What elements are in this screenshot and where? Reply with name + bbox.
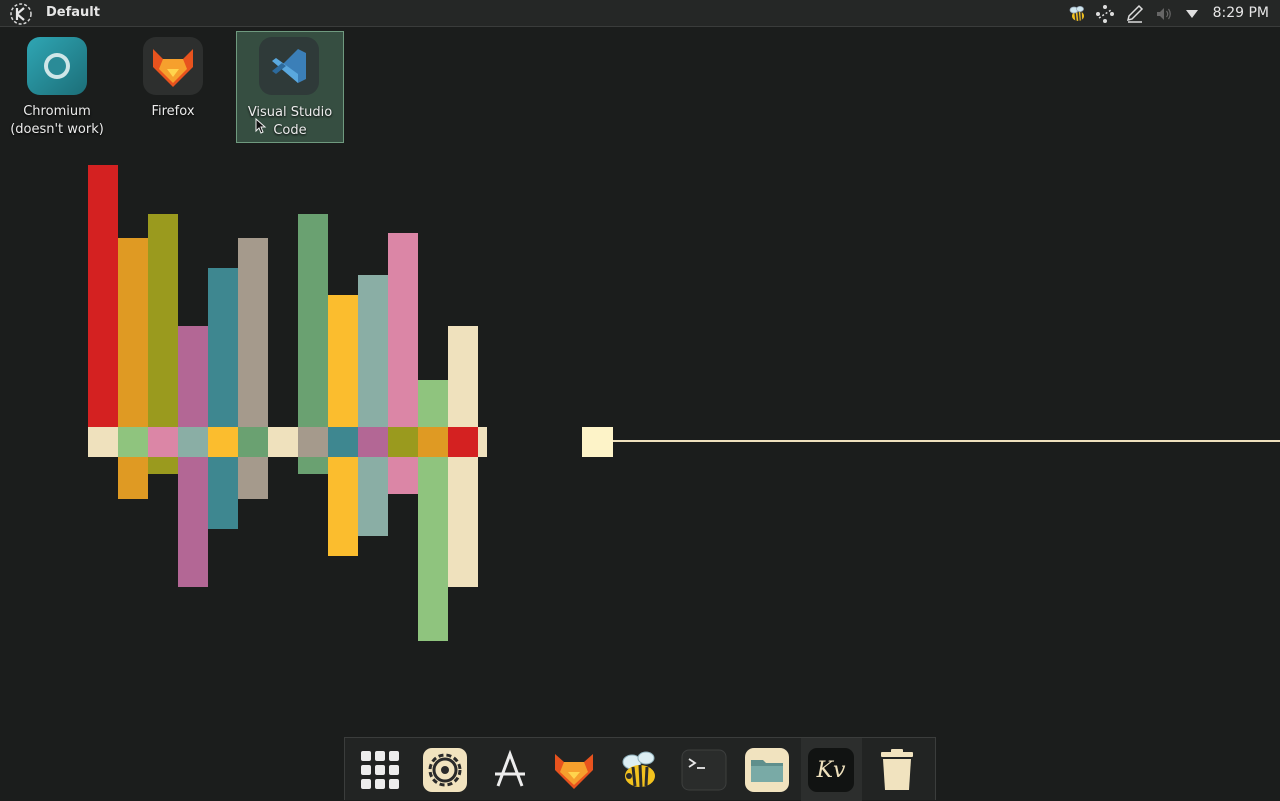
label-line-2: (doesn't work) [10, 122, 104, 137]
grid-icon [361, 751, 399, 789]
label-line-1: Chromium [23, 104, 91, 119]
kde-logo-icon[interactable] [10, 3, 32, 25]
gear-icon [423, 748, 467, 792]
desktop-icon-label: Firefox [120, 103, 226, 121]
desktop-icon-firefox[interactable]: Firefox [120, 31, 228, 143]
bee-icon[interactable] [1067, 4, 1087, 24]
wallpaper-bar [238, 457, 268, 499]
wallpaper-square [208, 427, 238, 457]
wallpaper-bar [448, 457, 478, 587]
wallpaper-square [448, 427, 478, 457]
dock-item-files[interactable] [743, 746, 791, 794]
desktop-icon-label: Visual Studio Code [237, 104, 343, 140]
dock-item-firefox[interactable] [550, 746, 598, 794]
wallpaper-square [418, 427, 448, 457]
wallpaper-square [298, 427, 328, 457]
desktop-icon-chromium[interactable]: Chromium (doesn't work) [4, 31, 112, 143]
label-line-2: Code [273, 123, 307, 138]
dock-item-terminal[interactable] [680, 746, 728, 794]
svg-text:Kv: Kv [816, 758, 846, 783]
firefox-icon [143, 37, 203, 95]
network-icon[interactable] [1095, 4, 1115, 24]
wallpaper-bar [418, 380, 448, 427]
mouse-cursor-icon [255, 118, 267, 134]
wallpaper-bar [148, 214, 178, 427]
wallpaper-bar [448, 326, 478, 427]
wallpaper-square [118, 427, 148, 457]
desktop-icon-label: Chromium (doesn't work) [4, 103, 110, 139]
volume-icon[interactable] [1154, 4, 1174, 24]
wallpaper-square [178, 427, 208, 457]
dock-item-app-store[interactable] [486, 746, 534, 794]
wallpaper-line [613, 440, 1280, 442]
wallpaper-bar [148, 457, 178, 474]
clock[interactable]: 8:29 PM [1213, 5, 1269, 21]
wallpaper-square [148, 427, 178, 457]
store-icon [495, 749, 525, 787]
wallpaper-bar [118, 238, 148, 427]
wallpaper-square [238, 427, 268, 457]
wallpaper-bar [298, 214, 328, 427]
wallpaper-bar [328, 295, 358, 427]
wallpaper-bar [88, 165, 118, 427]
chromium-icon [27, 37, 87, 95]
folder-icon [745, 748, 789, 792]
label-line-1: Firefox [151, 104, 195, 119]
wallpaper-square [388, 427, 418, 457]
wallpaper-square [268, 427, 298, 457]
terminal-icon [681, 749, 727, 791]
wallpaper-bar [388, 457, 418, 494]
dock-item-settings[interactable] [421, 746, 469, 794]
wallpaper-bar [178, 326, 208, 427]
wallpaper-marker [582, 427, 613, 457]
trash-icon [881, 749, 913, 790]
vscode-icon [259, 37, 319, 95]
wallpaper-bar [358, 275, 388, 427]
wallpaper-square [478, 427, 487, 457]
wallpaper-bar [208, 457, 238, 529]
expand-tray-icon[interactable] [1182, 4, 1202, 24]
firefox-icon [555, 754, 593, 789]
wallpaper-bar [418, 457, 448, 641]
dock-item-trash[interactable] [873, 746, 921, 794]
wallpaper-bar [118, 457, 148, 499]
wallpaper-square [88, 427, 118, 457]
dock-item-kv-app[interactable]: Kv [801, 738, 862, 801]
dock: Kv [344, 737, 936, 801]
wallpaper-square [328, 427, 358, 457]
wallpaper-bar [238, 238, 268, 427]
wallpaper-bar [298, 457, 328, 474]
pen-icon[interactable] [1125, 4, 1145, 24]
kv-icon: Kv [808, 748, 854, 792]
wallpaper-bar [328, 457, 358, 556]
wallpaper-bar [358, 457, 388, 536]
panel-title: Default [46, 5, 100, 20]
wallpaper-square [358, 427, 388, 457]
wallpaper-bar [178, 457, 208, 587]
dock-item-app-grid[interactable] [356, 746, 404, 794]
desktop-icon-vscode[interactable]: Visual Studio Code [236, 31, 344, 143]
wallpaper-bar [388, 233, 418, 427]
wallpaper-bar [208, 268, 238, 427]
bee-icon [622, 751, 655, 788]
top-panel: Default 8:29 PM [0, 0, 1280, 27]
dock-item-bee-app[interactable] [616, 746, 664, 794]
